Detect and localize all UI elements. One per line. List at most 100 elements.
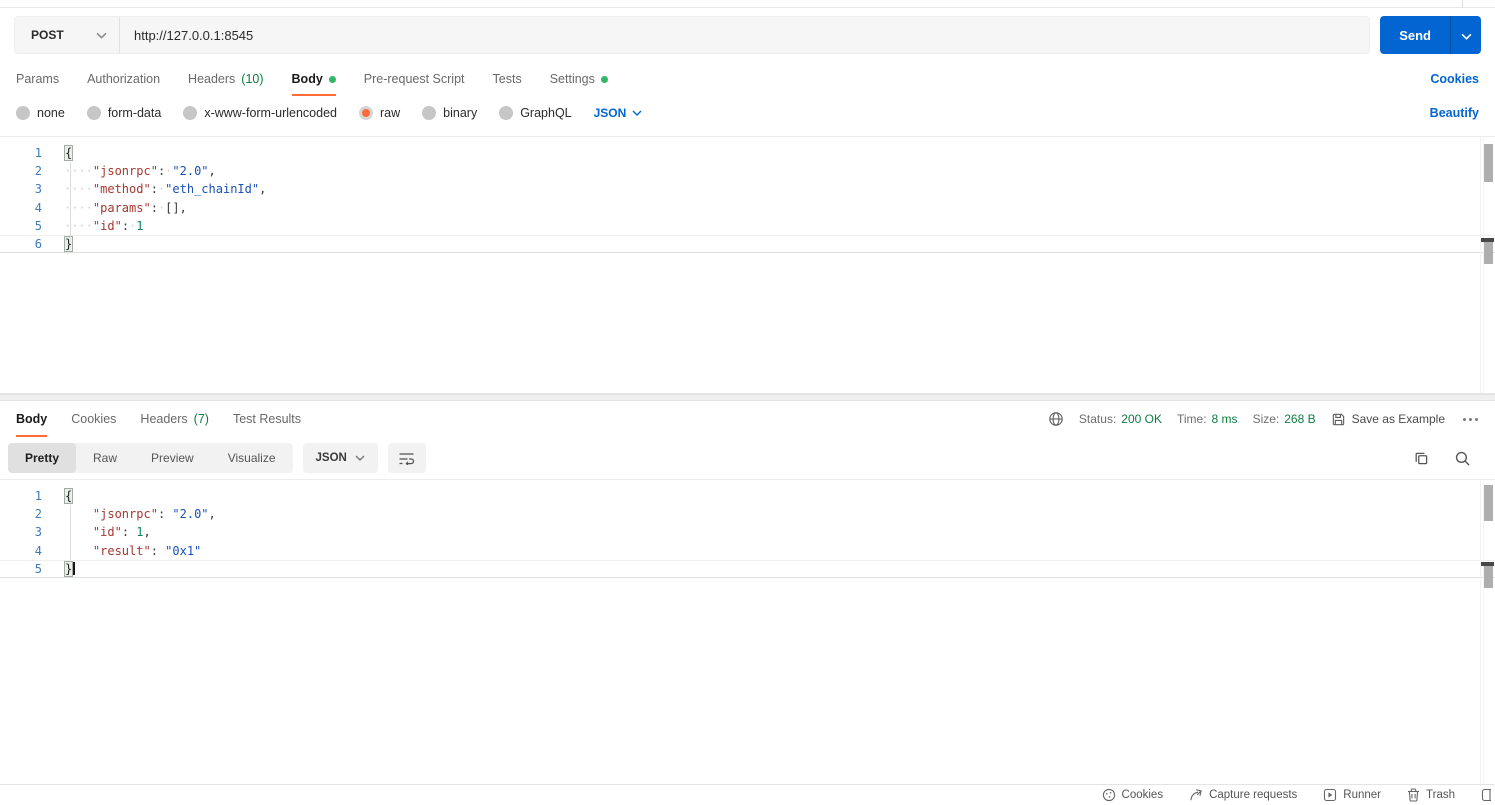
green-dot-indicator <box>600 75 608 83</box>
send-options-button[interactable] <box>1450 16 1481 54</box>
view-preview[interactable]: Preview <box>134 443 211 473</box>
size-label: Size: <box>1252 412 1280 426</box>
request-tabs: Params Authorization Headers (10) Body Pre-re… <box>16 62 608 96</box>
wrap-lines-button[interactable] <box>387 443 426 473</box>
code-line[interactable]: 6} <box>0 234 1495 254</box>
body-type-options: none form-data x-www-form-urlencoded raw bin… <box>16 106 572 120</box>
tab-label: Authorization <box>87 72 161 86</box>
overview-ruler-mark <box>1484 566 1493 588</box>
response-tabs: Body Cookies Headers (7) Test Results <box>16 401 301 437</box>
send-button[interactable]: Send <box>1380 16 1450 54</box>
request-tab-body[interactable]: Body <box>291 62 337 96</box>
code-line[interactable]: 1{ <box>0 144 1495 162</box>
panel-icon <box>1481 788 1491 802</box>
tab-label: Params <box>16 72 60 86</box>
more-options-icon[interactable] <box>1460 417 1481 422</box>
request-tab-pre-request-script[interactable]: Pre-request Script <box>364 62 465 96</box>
request-language-label: JSON <box>593 106 627 120</box>
code-line[interactable]: 4 ····"params":·[], <box>0 199 1495 217</box>
response-tab-headers[interactable]: Headers (7) <box>140 401 209 437</box>
tab-label: Body <box>291 72 323 86</box>
response-editor-scrollbar[interactable] <box>1480 480 1495 784</box>
request-tab-params[interactable]: Params <box>16 62 59 96</box>
footer-runner-button[interactable]: Runner <box>1323 788 1381 802</box>
response-meta: Status: 200 OK Time: 8 ms Size: 268 B Sa… <box>1048 411 1481 427</box>
response-body-editor[interactable]: 1{2 "jsonrpc": "2.0", 3 "id": 1, 4 "result… <box>0 479 1495 784</box>
line-number: 1 <box>34 146 42 160</box>
search-response-icon[interactable] <box>1454 450 1471 467</box>
request-response-divider[interactable] <box>0 394 1495 401</box>
response-tab-body[interactable]: Body <box>16 401 48 437</box>
code-line[interactable]: 5} <box>0 559 1495 578</box>
body-type-option-none[interactable]: none <box>16 106 65 120</box>
request-tab-authorization[interactable]: Authorization <box>87 62 160 96</box>
tab-label: Test Results <box>232 412 302 426</box>
request-tab-headers[interactable]: Headers (10) <box>188 62 263 96</box>
scrollbar-thumb[interactable] <box>1484 485 1493 521</box>
beautify-link[interactable]: Beautify <box>1430 106 1479 120</box>
code-line[interactable]: 3 "id": 1, <box>0 523 1495 541</box>
cookies-link[interactable]: Cookies <box>1430 72 1479 86</box>
tab-count-badge: (10) <box>241 72 264 86</box>
response-header: Body Cookies Headers (7) Test Results Status… <box>0 401 1495 437</box>
scrollbar-thumb[interactable] <box>1484 144 1493 182</box>
request-tab-settings[interactable]: Settings <box>550 62 608 96</box>
view-visualize[interactable]: Visualize <box>211 443 293 473</box>
request-tab-bar: Params Authorization Headers (10) Body Pre-re… <box>0 62 1495 96</box>
line-content: ····"jsonrpc":·"2.0", <box>64 164 216 179</box>
status-label: Status: <box>1078 412 1117 426</box>
response-language-label: JSON <box>315 452 347 464</box>
body-type-option-binary[interactable]: binary <box>422 106 477 120</box>
time-pair: Time: 8 ms <box>1177 412 1238 426</box>
overview-ruler-mark <box>1484 242 1493 264</box>
size-value: 268 B <box>1284 412 1316 426</box>
panel-toggle-button[interactable] <box>1481 788 1491 802</box>
trash-icon <box>1407 788 1420 802</box>
footer-item-label: Cookies <box>1121 789 1164 801</box>
method-url-group: POST http://127.0.0.1:8545 <box>14 16 1371 54</box>
view-pretty[interactable]: Pretty <box>8 443 77 473</box>
tab-label: Headers <box>188 72 236 86</box>
line-number: 1 <box>34 489 42 503</box>
body-type-option-raw[interactable]: raw <box>359 106 400 120</box>
code-line[interactable]: 3 ····"method":·"eth_chainId", <box>0 180 1495 198</box>
body-type-option-form-data[interactable]: form-data <box>86 106 161 120</box>
status-value: 200 OK <box>1121 412 1162 426</box>
view-raw[interactable]: Raw <box>76 443 134 473</box>
response-tab-test-results[interactable]: Test Results <box>233 401 301 437</box>
request-editor-scrollbar[interactable] <box>1480 137 1495 393</box>
footer-capture-requests-button[interactable]: Capture requests <box>1189 788 1297 802</box>
request-language-select[interactable]: JSON <box>594 106 643 120</box>
network-globe-icon[interactable] <box>1048 411 1064 427</box>
code-line[interactable]: 2 "jsonrpc": "2.0", <box>0 505 1495 523</box>
response-tab-cookies[interactable]: Cookies <box>71 401 116 437</box>
radio-label: x-www-form-urlencoded <box>204 106 337 120</box>
top-strip-divider <box>1462 0 1463 8</box>
code-line[interactable]: 1{ <box>0 487 1495 505</box>
body-type-option-graphql[interactable]: GraphQL <box>499 106 572 120</box>
save-as-example-button[interactable]: Save as Example <box>1331 412 1445 427</box>
footer-cookies-button[interactable]: Cookies <box>1102 788 1164 802</box>
footer-trash-button[interactable]: Trash <box>1407 788 1455 802</box>
http-method-select[interactable]: POST <box>15 28 119 42</box>
footer-status-bar: Cookies Capture requests Runner Trash <box>0 784 1495 805</box>
response-language-select[interactable]: JSON <box>302 443 378 473</box>
code-line[interactable]: 2 ····"jsonrpc":·"2.0", <box>0 162 1495 180</box>
copy-response-icon[interactable] <box>1413 450 1430 467</box>
url-input[interactable]: http://127.0.0.1:8545 <box>120 28 1369 43</box>
line-number: 2 <box>34 507 42 522</box>
request-tab-tests[interactable]: Tests <box>493 62 522 96</box>
request-body-editor[interactable]: 1{2 ····"jsonrpc":·"2.0", 3 ····"method":·"… <box>0 136 1495 394</box>
line-number: 4 <box>34 200 42 215</box>
line-content: { <box>64 488 74 504</box>
body-type-option-x-www-form-urlencoded[interactable]: x-www-form-urlencoded <box>183 106 337 120</box>
tab-label: Settings <box>549 72 595 86</box>
request-url-bar: POST http://127.0.0.1:8545 Send <box>0 8 1495 62</box>
code-line[interactable]: 5 ····"id":·1 <box>0 217 1495 235</box>
code-line[interactable]: 4 "result": "0x1" <box>0 542 1495 560</box>
runner-icon <box>1323 788 1337 802</box>
radio-button-icon <box>183 106 198 120</box>
status-pair: Status: 200 OK <box>1079 412 1162 426</box>
line-number: 6 <box>34 236 42 251</box>
footer-item-label: Trash <box>1426 789 1455 801</box>
